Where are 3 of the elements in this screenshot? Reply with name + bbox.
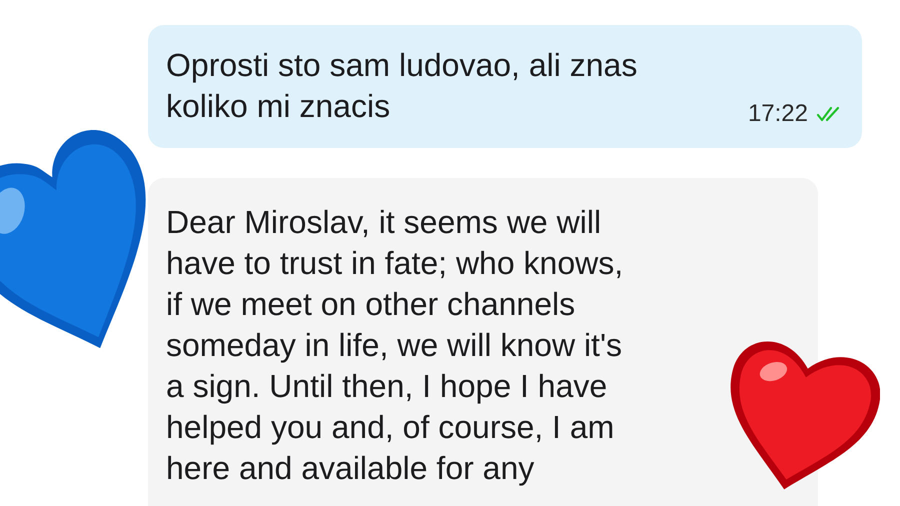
message-text: Dear Miroslav, it seems we will have to trust in fate; who knows, if we meet on other channels someday in life, we will know it's a sign. Until then, I hope I have helped you and, of course, I am here and available for any [166, 203, 624, 488]
message-text: Oprosti sto sam ludovao, ali znas koliko mi znacis [166, 46, 638, 126]
message-time: 17:22 [748, 100, 808, 128]
